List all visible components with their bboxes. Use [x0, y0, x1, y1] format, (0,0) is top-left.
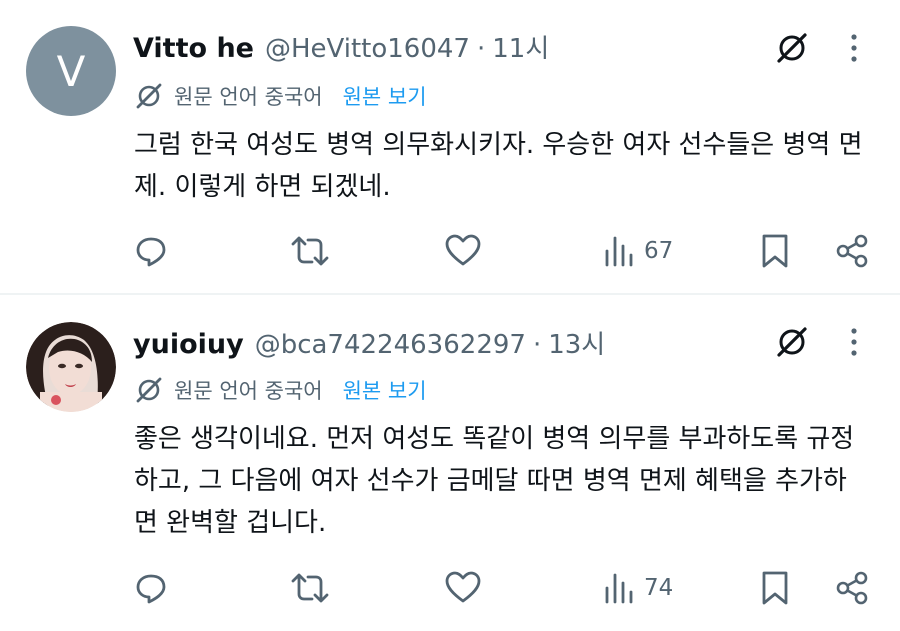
display-name[interactable]: Vitto he — [133, 33, 254, 64]
share-icon — [836, 571, 868, 605]
like-icon — [445, 571, 481, 603]
retweet-button[interactable] — [290, 568, 330, 608]
views-icon — [605, 236, 633, 267]
reply-icon — [136, 237, 166, 267]
share-button[interactable] — [834, 231, 870, 271]
view-original-link[interactable]: 원본 보기 — [343, 81, 427, 111]
user-handle[interactable]: @bca742246362297 — [255, 330, 526, 360]
translate-icon — [134, 375, 164, 405]
bookmark-button[interactable] — [760, 568, 790, 608]
tweet-actions: 67 — [0, 231, 900, 271]
share-button[interactable] — [834, 568, 870, 608]
bookmark-icon — [762, 234, 788, 268]
tweet-header: yuioiuy @bca742246362297 · 13시 — [133, 324, 605, 361]
view-count: 74 — [644, 575, 674, 601]
separator-dot: · — [476, 34, 486, 64]
timestamp[interactable]: 11시 — [492, 28, 549, 65]
translation-notice: 원문 언어 중국어 원본 보기 — [134, 375, 427, 405]
retweet-button[interactable] — [290, 231, 330, 271]
tweet[interactable]: yuioiuy @bca742246362297 · 13시 원문 언어 중국어… — [0, 296, 900, 631]
reply-button[interactable] — [133, 568, 169, 608]
reply-button[interactable] — [133, 231, 169, 271]
avatar[interactable] — [26, 322, 116, 412]
views-icon — [605, 573, 633, 604]
grok-icon[interactable] — [774, 30, 810, 66]
timestamp[interactable]: 13시 — [548, 324, 605, 361]
tweet[interactable]: V Vitto he @HeVitto16047 · 11시 원문 언어 중국어… — [0, 0, 900, 293]
more-icon[interactable] — [844, 30, 864, 66]
share-icon — [836, 234, 868, 268]
views-button[interactable]: 67 — [604, 231, 673, 271]
original-language-label: 원문 언어 중국어 — [174, 85, 323, 109]
tweet-text: 좋은 생각이네요. 먼저 여성도 똑같이 병역 의무를 부과하도록 규정하고, … — [134, 424, 855, 538]
user-handle[interactable]: @HeVitto16047 — [265, 34, 470, 64]
retweet-icon — [291, 573, 329, 603]
translation-notice: 원문 언어 중국어 원본 보기 — [134, 81, 427, 111]
views-button[interactable]: 74 — [604, 568, 673, 608]
display-name[interactable]: yuioiuy — [133, 329, 244, 360]
avatar-letter: V — [56, 46, 86, 96]
view-count: 67 — [644, 238, 674, 264]
divider — [0, 293, 900, 295]
reply-icon — [136, 574, 166, 604]
translate-icon — [134, 81, 164, 111]
tweet-actions: 74 — [0, 568, 900, 608]
tweet-text: 그럼 한국 여성도 병역 의무화시키자. 우승한 여자 선수들은 병역 면제. … — [134, 130, 863, 202]
tweet-header: Vitto he @HeVitto16047 · 11시 — [133, 28, 549, 65]
separator-dot: · — [532, 330, 542, 360]
view-original-link[interactable]: 원본 보기 — [343, 375, 427, 405]
like-button[interactable] — [444, 231, 482, 271]
like-button[interactable] — [444, 568, 482, 608]
bookmark-button[interactable] — [760, 231, 790, 271]
grok-icon[interactable] — [774, 324, 810, 360]
more-icon[interactable] — [844, 324, 864, 360]
retweet-icon — [291, 236, 329, 266]
bookmark-icon — [762, 571, 788, 605]
like-icon — [445, 234, 481, 266]
original-language-label: 원문 언어 중국어 — [174, 379, 323, 403]
avatar[interactable]: V — [26, 26, 116, 116]
